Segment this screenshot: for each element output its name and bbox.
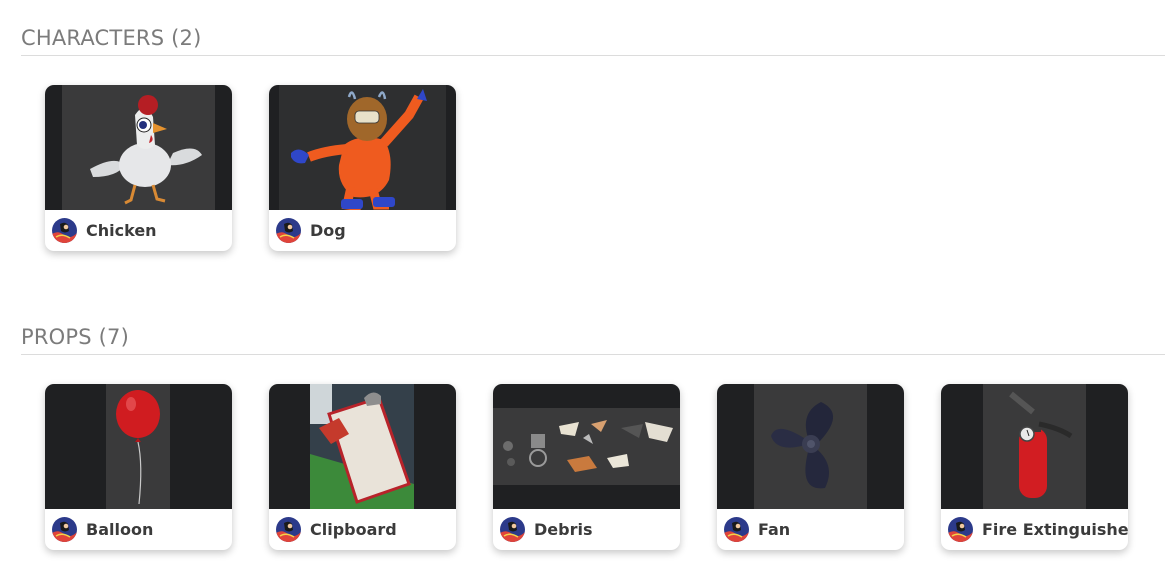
creator-avatar-icon: [948, 517, 973, 542]
characters-grid: Chicken Dog: [45, 85, 456, 251]
fire-extinguisher-image: [1009, 391, 1073, 498]
asset-name: Debris: [534, 520, 593, 539]
asset-thumbnail-fan: [717, 384, 904, 509]
creator-avatar-icon: [276, 517, 301, 542]
creator-avatar-icon: [500, 517, 525, 542]
asset-name: Dog: [310, 221, 346, 240]
characters-section: CHARACTERS (2) Chicken Dog: [21, 23, 1165, 251]
creator-avatar-icon: [52, 218, 77, 243]
asset-card-fire-extinguisher[interactable]: Fire Extinguisher: [941, 384, 1128, 550]
asset-thumbnail-dog: [269, 85, 456, 210]
section-title-props: PROPS (7): [21, 322, 1165, 355]
asset-thumbnail-balloon: [45, 384, 232, 509]
dog-image: [291, 89, 427, 210]
asset-card-debris[interactable]: Debris: [493, 384, 680, 550]
asset-thumbnail-clipboard: [269, 384, 456, 509]
asset-caption: Balloon: [45, 509, 232, 550]
creator-avatar-icon: [52, 517, 77, 542]
asset-name: Clipboard: [310, 520, 397, 539]
asset-thumbnail-fire-extinguisher: [941, 384, 1128, 509]
asset-name: Fan: [758, 520, 791, 539]
section-title-characters: CHARACTERS (2): [21, 23, 1165, 56]
balloon-image: [116, 390, 160, 505]
asset-card-fan[interactable]: Fan: [717, 384, 904, 550]
asset-card-dog[interactable]: Dog: [269, 85, 456, 251]
asset-card-clipboard[interactable]: Clipboard: [269, 384, 456, 550]
chicken-image: [90, 95, 202, 205]
clipboard-image: [310, 384, 414, 509]
asset-caption: Debris: [493, 509, 680, 550]
props-grid: Balloon Clipboard Debris Fan Fire Exting…: [45, 384, 1128, 550]
asset-name: Chicken: [86, 221, 157, 240]
creator-avatar-icon: [724, 517, 749, 542]
asset-caption: Fan: [717, 509, 904, 550]
asset-caption: Dog: [269, 210, 456, 251]
creator-avatar-icon: [276, 218, 301, 243]
asset-caption: Clipboard: [269, 509, 456, 550]
asset-thumbnail-chicken: [45, 85, 232, 210]
props-section: PROPS (7) Balloon Clipboard Debris Fan F…: [21, 322, 1165, 550]
asset-caption: Fire Extinguisher: [941, 509, 1128, 550]
asset-name: Balloon: [86, 520, 154, 539]
asset-card-balloon[interactable]: Balloon: [45, 384, 232, 550]
debris-image: [503, 420, 673, 472]
asset-name: Fire Extinguisher: [982, 520, 1128, 539]
asset-thumbnail-debris: [493, 384, 680, 509]
asset-caption: Chicken: [45, 210, 232, 251]
fan-image: [771, 402, 834, 489]
asset-card-chicken[interactable]: Chicken: [45, 85, 232, 251]
